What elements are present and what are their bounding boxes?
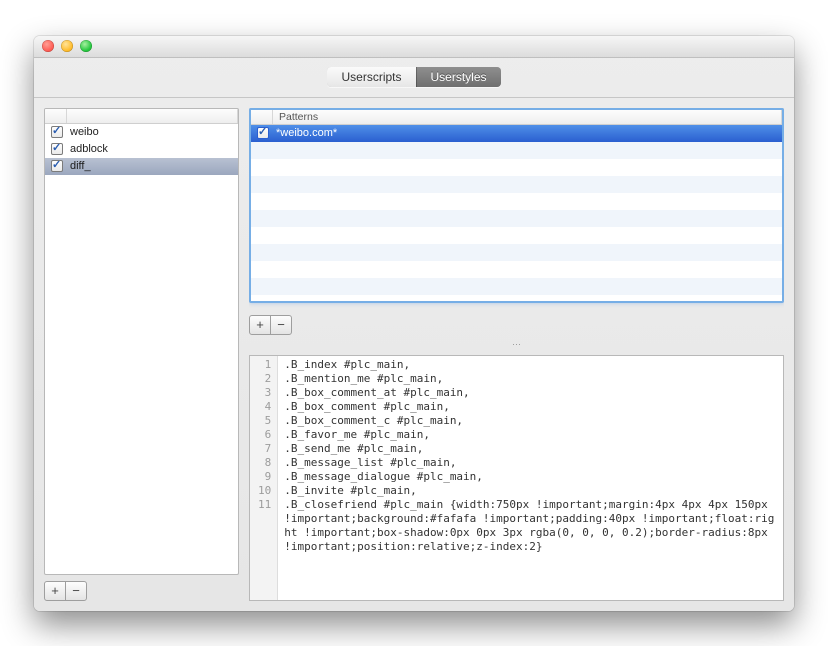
sidebar-item[interactable]: weibo [45,124,238,141]
add-pattern-button[interactable]: + [249,315,271,335]
add-style-button[interactable]: + [44,581,66,601]
tab-userscripts[interactable]: Userscripts [327,67,415,87]
checkbox-icon[interactable] [51,126,63,138]
sidebar-item[interactable]: adblock [45,141,238,158]
code-editor[interactable]: 1 2 3 4 5 6 7 8 9 10 11 .B_index #plc_ma… [249,355,784,601]
pattern-row-empty[interactable] [251,176,782,193]
styles-list: weibo adblock diff_ [44,108,239,575]
pattern-row-empty[interactable] [251,227,782,244]
code-body[interactable]: .B_index #plc_main, .B_mention_me #plc_m… [278,356,783,600]
pattern-row-empty[interactable] [251,159,782,176]
patterns-button-bar: + − [249,315,784,335]
tab-userstyles[interactable]: Userstyles [416,67,501,87]
patterns-list-rows[interactable]: *weibo.com* [251,125,782,301]
pattern-row-empty[interactable] [251,193,782,210]
remove-pattern-button[interactable]: − [270,315,292,335]
tabs-row: Userscripts Userstyles [34,58,794,98]
pattern-row-empty[interactable] [251,210,782,227]
pattern-label: *weibo.com* [276,127,778,139]
patterns-header-label: Patterns [273,110,782,124]
sidebar-item-label: adblock [70,143,234,155]
window-zoom-button[interactable] [80,40,92,52]
patterns-list: Patterns *weibo.com* [249,108,784,303]
sidebar-item-label: weibo [70,126,234,138]
patterns-header-check-col [251,110,273,124]
sidebar-item[interactable]: diff_ [45,158,238,175]
content-area: weibo adblock diff_ + − Patterns *weibo.co… [34,98,794,611]
sidebar-button-bar: + − [44,581,239,601]
segmented-control: Userscripts Userstyles [327,67,500,87]
code-gutter: 1 2 3 4 5 6 7 8 9 10 11 [250,356,278,600]
sidebar-item-label: diff_ [70,160,234,172]
split-grip[interactable]: ⋯ [249,341,784,349]
remove-style-button[interactable]: − [65,581,87,601]
patterns-header: Patterns [251,110,782,125]
pattern-row-empty[interactable] [251,244,782,261]
pattern-row-empty[interactable] [251,278,782,295]
styles-list-rows[interactable]: weibo adblock diff_ [45,124,238,574]
window-minimize-button[interactable] [61,40,73,52]
window-close-button[interactable] [42,40,54,52]
main-column: Patterns *weibo.com* + − ⋯ 1 2 3 4 5 6 7… [249,108,784,601]
styles-list-header [45,109,238,124]
checkbox-icon[interactable] [51,143,63,155]
pattern-row[interactable]: *weibo.com* [251,125,782,142]
titlebar [34,36,794,58]
styles-header-name-col [67,109,238,123]
checkbox-icon[interactable] [257,127,269,139]
pattern-row-empty[interactable] [251,261,782,278]
styles-header-check-col [45,109,67,123]
checkbox-icon[interactable] [51,160,63,172]
app-window: Userscripts Userstyles weibo adblock diff_… [34,36,794,611]
sidebar: weibo adblock diff_ + − [44,108,239,601]
pattern-row-empty[interactable] [251,142,782,159]
